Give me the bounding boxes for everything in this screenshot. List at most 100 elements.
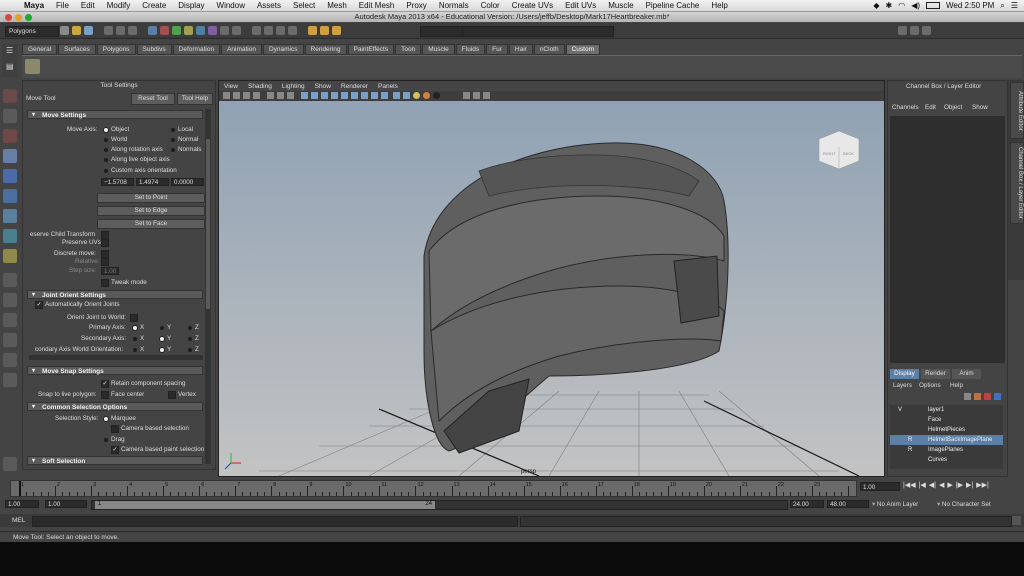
menu-display[interactable]: Display <box>172 1 210 10</box>
layer-name[interactable]: HelmetBackImagePlane <box>928 435 992 445</box>
preserve-child-checkbox[interactable] <box>101 231 109 239</box>
dropbox-icon[interactable]: ◆ <box>873 1 879 10</box>
menu-create[interactable]: Create <box>136 1 172 10</box>
orient-world-checkbox[interactable] <box>130 314 138 322</box>
show-hide-channel-box-icon[interactable] <box>922 26 931 35</box>
bluetooth-icon[interactable]: ✱ <box>886 1 893 10</box>
shelf-tab-subdivs[interactable]: Subdivs <box>136 44 172 55</box>
close-window-icon[interactable] <box>5 13 12 21</box>
wireframe-on-shaded-icon[interactable] <box>321 92 328 99</box>
show-hide-attribute-editor-icon[interactable] <box>898 26 907 35</box>
anti-aliasing-icon[interactable] <box>423 92 430 99</box>
tweak-mode-checkbox[interactable] <box>101 279 109 287</box>
vp-menu-renderer[interactable]: Renderer <box>336 83 373 90</box>
go-to-start-icon[interactable]: |◀◀ <box>903 481 916 492</box>
menu-color[interactable]: Color <box>475 1 506 10</box>
step-forward-icon[interactable]: ▶| <box>966 481 973 492</box>
xray-joints-icon[interactable] <box>371 92 378 99</box>
layer-name[interactable]: HelmetPieces <box>928 425 965 435</box>
layout-hypershade-icon[interactable] <box>3 373 17 387</box>
layer-flag[interactable]: V <box>898 405 902 415</box>
zoom-window-icon[interactable] <box>25 13 32 21</box>
layer-flag[interactable]: R <box>908 435 912 445</box>
menu-normals[interactable]: Normals <box>433 1 475 10</box>
shelf-tab-surfaces[interactable]: Surfaces <box>58 44 96 55</box>
universal-manipulator-icon[interactable] <box>3 209 17 223</box>
radio-custom-axis[interactable] <box>104 169 108 173</box>
menu-modify[interactable]: Modify <box>101 1 137 10</box>
layer-row[interactable]: Face <box>890 415 1003 425</box>
select-tool-icon[interactable] <box>3 89 17 103</box>
menu-edit[interactable]: Edit <box>75 1 101 10</box>
render-settings-icon[interactable] <box>332 26 341 35</box>
section-joint-orient[interactable]: Joint Orient Settings <box>27 290 203 300</box>
menu-muscle[interactable]: Muscle <box>602 1 639 10</box>
secondary-world-z-radio[interactable] <box>188 348 192 352</box>
snap-grid-icon[interactable] <box>252 26 261 35</box>
menu-maya[interactable]: Maya <box>18 1 50 10</box>
reset-tool-button[interactable]: Reset Tool <box>131 93 175 105</box>
primary-axis-y-radio[interactable] <box>160 326 164 330</box>
layer-tab-render[interactable]: Render <box>921 369 950 379</box>
minimize-window-icon[interactable] <box>15 13 22 21</box>
scrollbar-thumb[interactable] <box>206 139 210 309</box>
layer-name[interactable]: Curves <box>928 455 947 465</box>
layer-menu-help[interactable]: Help <box>950 382 963 389</box>
vp-menu-show[interactable]: Show <box>310 83 336 90</box>
vp-menu-view[interactable]: View <box>219 83 243 90</box>
battery-icon[interactable] <box>926 2 941 9</box>
smooth-shade-icon[interactable] <box>311 92 318 99</box>
menu-clock[interactable]: Wed 2:50 PM <box>946 1 994 10</box>
menu-window[interactable]: Window <box>211 1 251 10</box>
vp-menu-shading[interactable]: Shading <box>243 83 277 90</box>
script-editor-icon[interactable] <box>1012 516 1021 525</box>
radio-live-object-axis[interactable] <box>104 158 108 162</box>
set-to-point-button[interactable]: Set to Point <box>97 193 205 203</box>
layer-menu-layers[interactable]: Layers <box>893 382 912 389</box>
shelf-tab-custom[interactable]: Custom <box>565 44 601 55</box>
use-all-lights-icon[interactable] <box>341 92 348 99</box>
snap-curve-icon[interactable] <box>264 26 273 35</box>
shelf-tab-toon[interactable]: Toon <box>395 44 422 55</box>
layout-persp-outliner-icon[interactable] <box>3 353 17 367</box>
move-tool-icon[interactable] <box>3 149 17 163</box>
layer-tab-anim[interactable]: Anim <box>952 369 981 379</box>
select-object-icon[interactable] <box>116 26 125 35</box>
anim-layer-dropdown[interactable]: ▾ No Anim Layer <box>872 500 930 509</box>
vp-menu-panels[interactable]: Panels <box>373 83 403 90</box>
secondary-axis-y-radio[interactable] <box>160 337 164 341</box>
layer-flag[interactable]: R <box>908 445 912 455</box>
scale-tool-icon[interactable] <box>3 189 17 203</box>
spotlight-icon[interactable]: ⌕ <box>1000 1 1004 11</box>
current-time-marker[interactable] <box>19 481 21 496</box>
open-scene-icon[interactable] <box>72 26 81 35</box>
secondary-world-y-radio[interactable] <box>160 348 164 352</box>
auto-orient-checkbox[interactable]: ✓ <box>35 301 43 309</box>
animation-end-field[interactable]: 48.00 <box>827 500 869 508</box>
custom-axis-x-field[interactable]: −1.5708 <box>101 178 134 186</box>
custom-shelf-tool-icon[interactable] <box>25 59 40 74</box>
ipr-render-icon[interactable] <box>320 26 329 35</box>
menu-mesh[interactable]: Mesh <box>321 1 353 10</box>
film-gate-icon[interactable] <box>277 92 284 99</box>
camera-selection-checkbox[interactable] <box>111 425 119 433</box>
preserve-uvs-checkbox[interactable] <box>101 239 109 247</box>
layer-tab-display[interactable]: Display <box>890 369 919 379</box>
menu-create-uvs[interactable]: Create UVs <box>506 1 559 10</box>
step-size-field[interactable]: 1.00 <box>101 267 119 275</box>
camera-attributes-icon[interactable] <box>233 92 240 99</box>
shelf-tab-fur[interactable]: Fur <box>486 44 508 55</box>
view-cube-back[interactable]: BACK <box>843 151 854 156</box>
radio-world[interactable] <box>104 138 108 142</box>
show-manipulator-icon[interactable] <box>3 249 17 263</box>
mask-curve-icon[interactable] <box>172 26 181 35</box>
range-slider-bar[interactable]: 1 24 <box>95 501 435 509</box>
joint-horizontal-scrollbar[interactable] <box>29 355 203 360</box>
mask-surface-icon[interactable] <box>184 26 193 35</box>
step-forward-key-icon[interactable]: |▶ <box>956 481 963 492</box>
layer-menu-options[interactable]: Options <box>919 382 941 389</box>
create-empty-layer-icon[interactable] <box>964 393 971 400</box>
helmet-model[interactable] <box>423 142 729 454</box>
menu-edit-uvs[interactable]: Edit UVs <box>559 1 602 10</box>
secondary-axis-z-radio[interactable] <box>188 337 192 341</box>
